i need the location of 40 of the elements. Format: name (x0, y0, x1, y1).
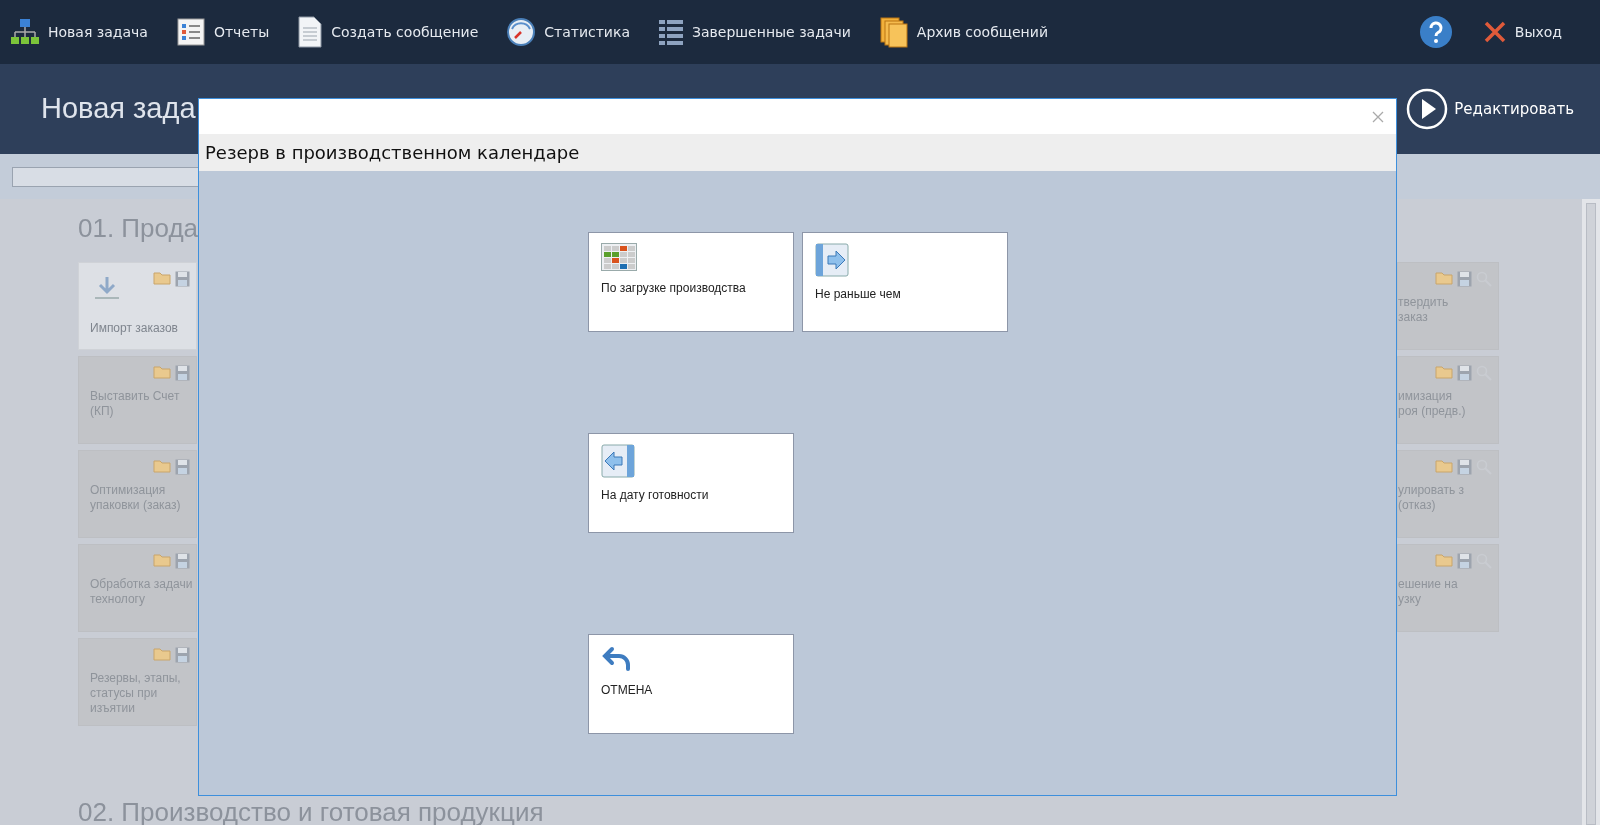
card-label: Импорт заказов (90, 321, 179, 336)
folder-icon (1435, 459, 1453, 473)
folder-icon (153, 459, 171, 473)
folder-icon (1435, 271, 1453, 285)
folder-icon (1435, 365, 1453, 379)
gauge-icon (506, 16, 537, 47)
dialog-title: Резерв в производственном календаре (205, 142, 580, 163)
folder-icon (153, 647, 171, 661)
network-icon (10, 16, 40, 47)
option-tile[interactable]: По загрузке производства (588, 232, 794, 332)
exit-button[interactable]: Выход (1482, 19, 1576, 44)
option-tile[interactable]: На дату готовности (588, 433, 794, 533)
play-icon (1406, 87, 1449, 130)
toolbar-button[interactable]: Новая задача (10, 16, 162, 47)
scrollbar-thumb[interactable] (1586, 203, 1596, 825)
close-icon[interactable] (1372, 110, 1384, 123)
folder-icon (153, 365, 171, 379)
arrow-left-icon (601, 444, 635, 478)
list-icon (658, 17, 684, 46)
folder-icon (153, 553, 171, 567)
toolbar-button[interactable]: Архив сообщений (878, 15, 1062, 48)
option-tile[interactable]: Не раньше чем (802, 232, 1008, 332)
calendar-grid-icon (601, 243, 637, 271)
close-icon (1482, 19, 1507, 44)
edit-button[interactable]: Редактировать (1400, 86, 1580, 131)
folders-icon (878, 15, 909, 48)
toolbar-button[interactable]: Создать сообщение (297, 15, 493, 48)
folder-icon (153, 271, 171, 285)
section-title: 01. Прода (78, 213, 200, 243)
toolbar-button[interactable]: Завершенные задачи (658, 17, 865, 46)
arrow-right-icon (815, 243, 849, 277)
document-icon (297, 15, 324, 48)
toolbar-button[interactable]: Отчеты (175, 16, 284, 47)
checklist-icon (175, 16, 206, 47)
page-title: Новая зада (41, 92, 196, 126)
folder-icon (1435, 553, 1453, 567)
option-tile[interactable]: ОТМЕНА (588, 634, 794, 734)
download-icon (93, 275, 121, 301)
toolbar-button[interactable]: Статистика (506, 16, 644, 47)
help-icon[interactable] (1418, 14, 1453, 49)
